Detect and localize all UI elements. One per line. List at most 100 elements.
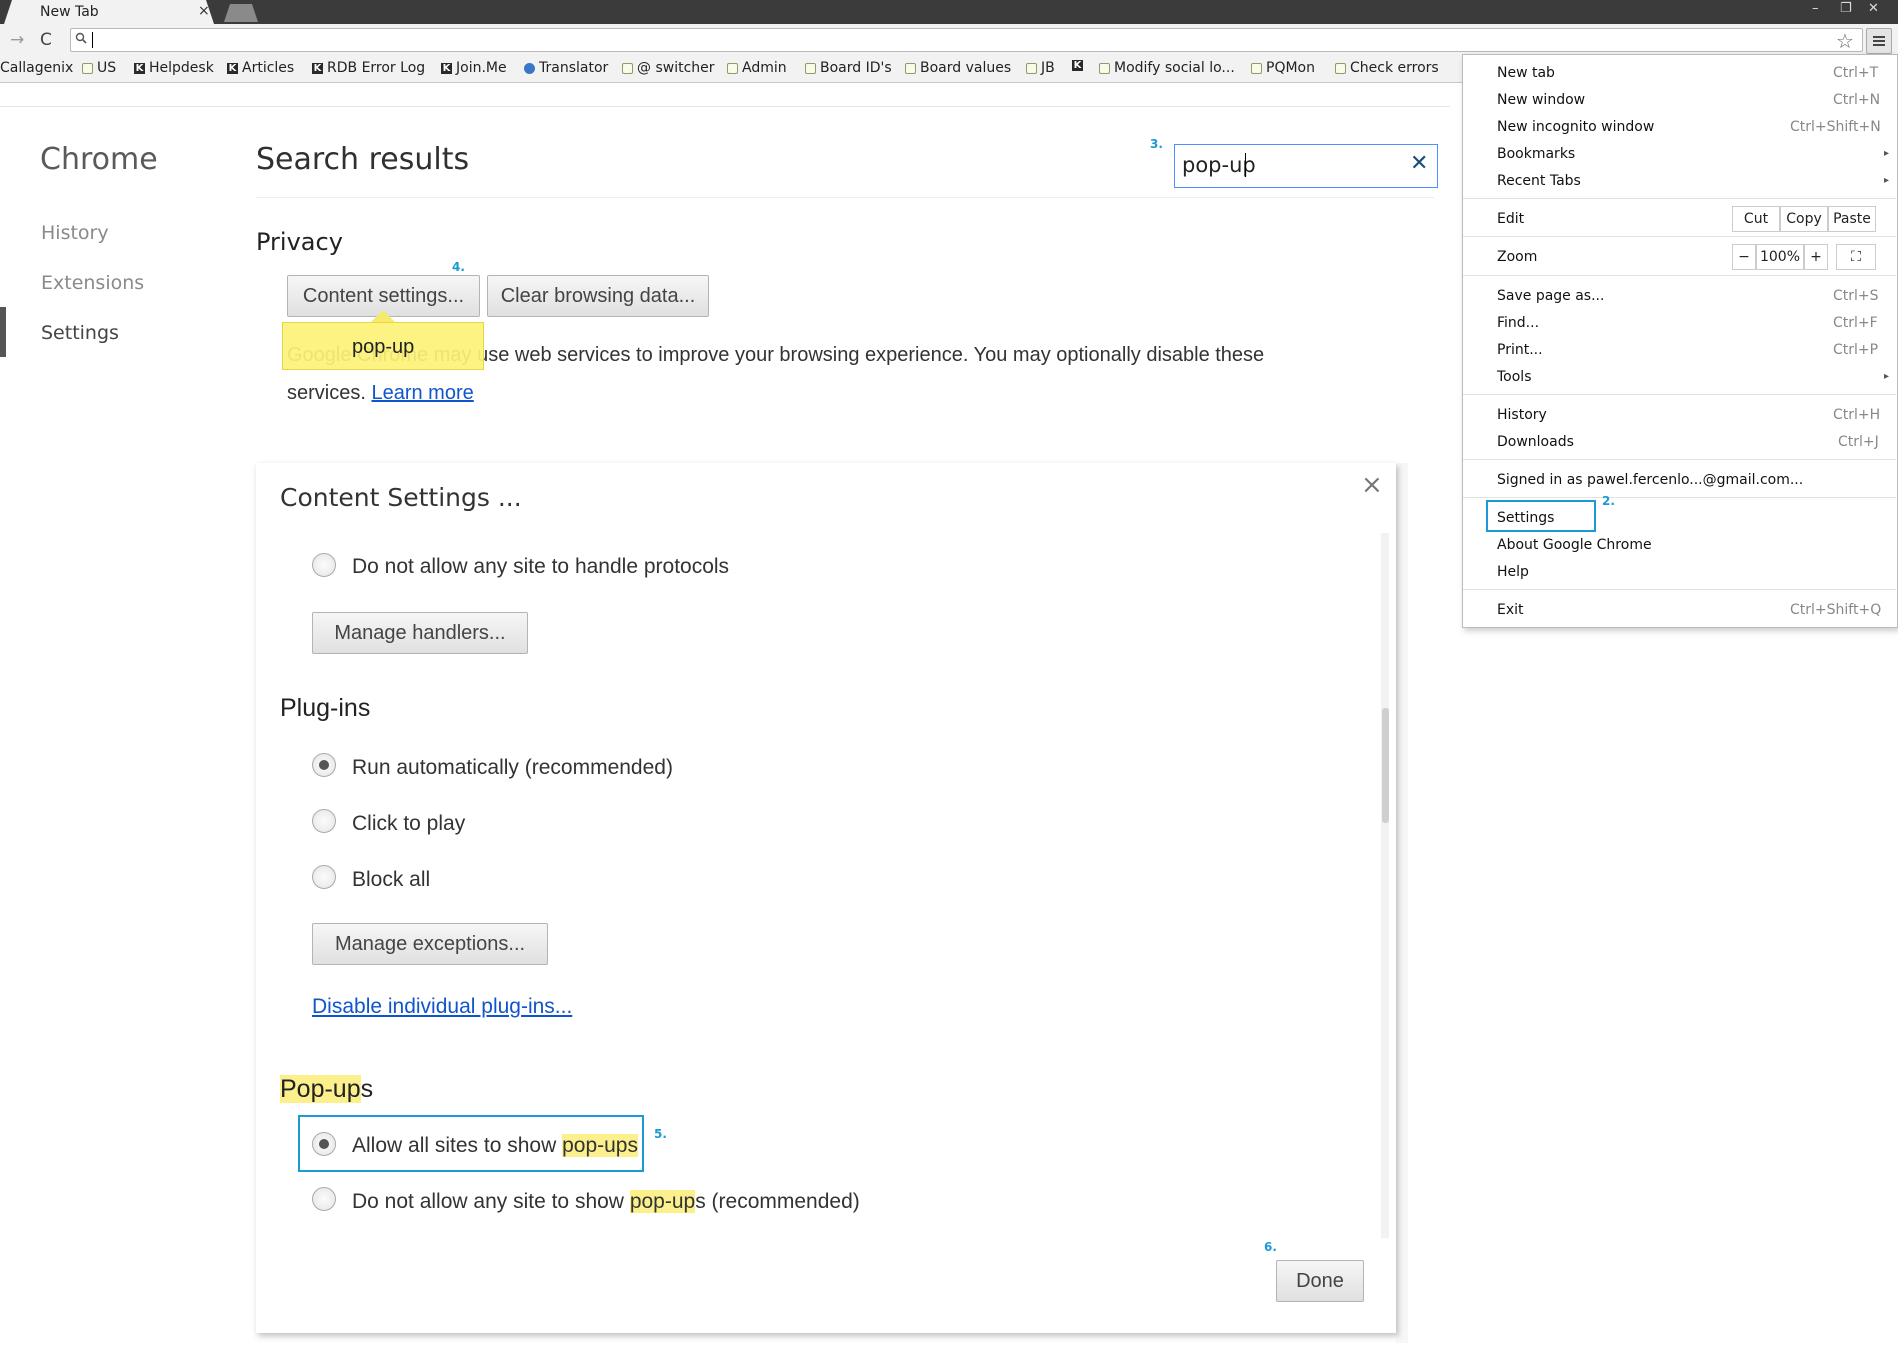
clear-browsing-data-button[interactable]: Clear browsing data... (487, 275, 709, 317)
omnibox-caret (92, 32, 93, 48)
k-favicon-icon: K (1072, 60, 1083, 71)
radio-popups-allow[interactable] (312, 1132, 336, 1156)
shortcut-incognito: Ctrl+Shift+N (1790, 119, 1881, 135)
page-favicon-icon (1026, 62, 1037, 74)
restore-icon[interactable]: ❐ (1840, 1, 1852, 16)
k-favicon-icon: K (441, 62, 452, 74)
radio-plugins-run-auto[interactable] (312, 753, 336, 777)
manage-exceptions-button[interactable]: Manage exceptions... (312, 923, 548, 965)
menu-item-new-window[interactable]: New window (1497, 92, 1585, 108)
radio-popups-block[interactable] (312, 1187, 336, 1211)
learn-more-link[interactable]: Learn more (371, 382, 473, 404)
page-favicon-icon (622, 62, 633, 74)
menu-item-tools[interactable]: Tools (1497, 369, 1532, 385)
menu-item-incognito[interactable]: New incognito window (1497, 119, 1654, 135)
menu-item-bookmarks[interactable]: Bookmarks (1497, 146, 1575, 162)
menu-item-signed-in[interactable]: Signed in as pawel.fercenlo...@gmail.com… (1497, 472, 1803, 488)
bookmark-item[interactable]: K RDB Error Log (312, 60, 425, 76)
tab-new-tab[interactable] (4, 0, 214, 24)
bookmark-item[interactable]: PQMon (1251, 60, 1315, 76)
bookmark-item[interactable]: Board values (905, 60, 1011, 76)
radio-plugins-block-all[interactable] (312, 865, 336, 889)
radio-plugins-click-to-play[interactable] (312, 809, 336, 833)
popups-allow-prefix: Allow all sites to show (352, 1134, 563, 1157)
translator-favicon-icon (524, 62, 535, 74)
bookmark-item[interactable]: Board ID's (805, 60, 892, 76)
zoom-out-button[interactable]: − (1732, 244, 1756, 270)
step-5-label: 5. (654, 1127, 667, 1141)
bookmark-item[interactable]: Check errors (1335, 60, 1439, 76)
close-icon[interactable]: × (1361, 470, 1383, 500)
disable-plugins-link[interactable]: Disable individual plug-ins... (312, 995, 572, 1019)
bookmark-item[interactable]: JB (1026, 60, 1055, 76)
sidebar-brand: Chrome (40, 142, 158, 177)
protocols-option-label: Do not allow any site to handle protocol… (352, 555, 730, 578)
bookmark-item[interactable]: K Join.Me (441, 60, 507, 76)
shortcut-print: Ctrl+P (1833, 342, 1879, 358)
minimize-icon[interactable]: – (1812, 1, 1819, 16)
new-tab-button[interactable] (224, 4, 258, 22)
step-6-label: 6. (1264, 1240, 1277, 1254)
sidebar-item-history[interactable]: History (41, 222, 109, 244)
search-bubble-text: pop-up (352, 336, 415, 358)
menu-item-save-page[interactable]: Save page as... (1497, 288, 1604, 304)
done-button[interactable]: Done (1276, 1260, 1364, 1302)
menu-item-about[interactable]: About Google Chrome (1497, 537, 1652, 553)
bookmark-item[interactable]: K Helpdesk (134, 60, 214, 76)
plugins-option-run-auto: Run automatically (recommended) (352, 756, 673, 779)
tab-close-icon[interactable]: × (198, 3, 210, 19)
menu-item-find[interactable]: Find... (1497, 315, 1539, 331)
shortcut-downloads: Ctrl+J (1838, 434, 1879, 450)
bookmark-item[interactable]: Callagenix (0, 60, 73, 76)
plugins-option-click-to-play: Click to play (352, 812, 466, 835)
menu-item-downloads[interactable]: Downloads (1497, 434, 1574, 450)
privacy-heading: Privacy (256, 228, 343, 256)
zoom-level: 100% (1756, 244, 1804, 270)
bookmark-item[interactable]: K Articles (227, 60, 294, 76)
copy-button[interactable]: Copy (1780, 206, 1828, 232)
k-favicon-icon: K (312, 62, 323, 74)
bookmark-item[interactable]: Modify social lo... (1099, 60, 1235, 76)
menu-item-settings[interactable]: Settings (1497, 510, 1554, 526)
bookmark-item[interactable]: Admin (727, 60, 787, 76)
sidebar-item-settings[interactable]: Settings (41, 322, 119, 344)
radio-protocols-block[interactable] (312, 553, 336, 577)
paste-button[interactable]: Paste (1828, 206, 1876, 232)
menu-item-edit: Edit (1497, 211, 1525, 227)
submenu-arrow-icon: ▸ (1884, 371, 1890, 382)
bookmark-label: Articles (242, 60, 295, 76)
dialog-scroll-thumb[interactable] (1382, 708, 1389, 823)
star-icon[interactable]: ☆ (1836, 29, 1854, 53)
menu-item-help[interactable]: Help (1497, 564, 1529, 580)
zoom-in-button[interactable]: + (1804, 244, 1828, 270)
menu-item-zoom: Zoom (1497, 249, 1538, 265)
popups-block-label: Do not allow any site to show pop-ups (r… (352, 1190, 860, 1214)
menu-item-print[interactable]: Print... (1497, 342, 1543, 358)
close-window-icon[interactable]: ✕ (1868, 1, 1879, 16)
step-4-label: 4. (452, 260, 465, 274)
bookmark-item[interactable]: Translator (524, 60, 608, 76)
bookmark-item[interactable]: K (1072, 60, 1087, 71)
k-favicon-icon: K (227, 62, 238, 74)
cut-button[interactable]: Cut (1732, 206, 1780, 232)
bookmark-item[interactable]: @ switcher (622, 60, 715, 76)
menu-divider (1463, 459, 1896, 460)
dialog-edge (1396, 463, 1408, 1343)
menu-item-recent-tabs[interactable]: Recent Tabs (1497, 173, 1581, 189)
sidebar-item-extensions[interactable]: Extensions (41, 272, 144, 294)
back-arrow-icon[interactable]: → (10, 30, 24, 50)
popups-allow-highlight: pop-ups (562, 1134, 638, 1157)
dialog-scrollbar[interactable] (1381, 533, 1389, 1238)
reload-icon[interactable]: C (40, 30, 52, 50)
chrome-menu-button[interactable] (1866, 28, 1892, 54)
bookmark-item[interactable]: US (82, 60, 116, 76)
omnibox[interactable] (70, 28, 1863, 52)
title-bar (0, 0, 1898, 24)
clear-search-icon[interactable]: ✕ (1410, 151, 1428, 176)
menu-item-new-tab[interactable]: New tab (1497, 65, 1555, 81)
fullscreen-icon[interactable]: ⛶ (1836, 244, 1876, 270)
menu-item-exit[interactable]: Exit (1497, 602, 1524, 618)
menu-item-history[interactable]: History (1497, 407, 1547, 423)
manage-handlers-button[interactable]: Manage handlers... (312, 612, 528, 654)
popups-block-highlight: pop-up (629, 1190, 696, 1213)
